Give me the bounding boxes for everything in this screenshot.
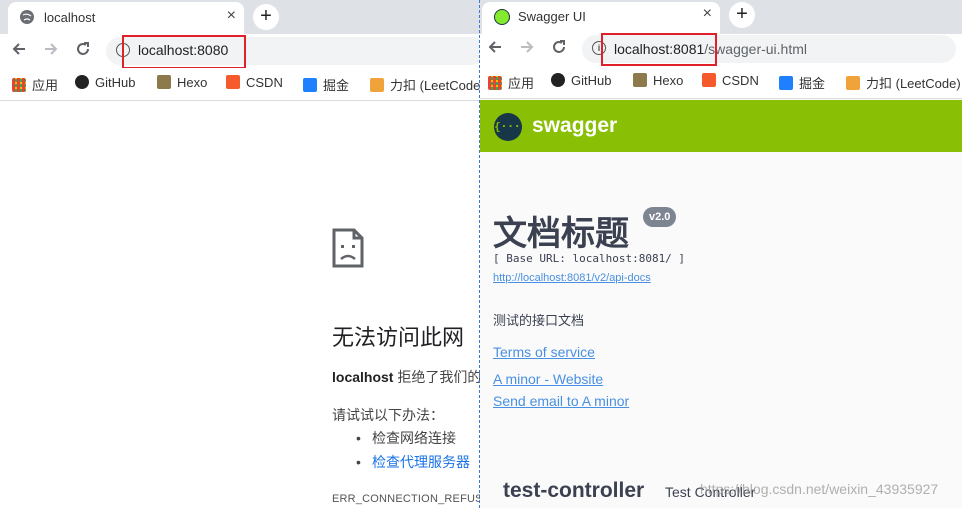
new-tab-button[interactable]: + — [253, 4, 279, 30]
api-docs-link[interactable]: http://localhost:8081/v2/api-docs — [493, 272, 651, 284]
bookmark-leetcode[interactable]: 力扣 (LeetCode) — [846, 73, 961, 92]
reload-icon[interactable] — [548, 38, 570, 60]
swagger-topbar: {···} swagger — [480, 100, 962, 152]
leetcode-icon — [846, 76, 860, 90]
hexo-icon — [157, 75, 171, 89]
back-arrow-icon[interactable] — [8, 40, 30, 62]
bookmark-leetcode[interactable]: 力扣 (LeetCode) — [370, 75, 480, 94]
apps-grid-icon — [12, 78, 26, 92]
watermark: https://blog.csdn.net/weixin_43935927 — [700, 481, 939, 497]
version-badge: v2.0 — [643, 207, 677, 227]
toolbar: i localhost:8080 — [0, 34, 480, 69]
juejin-icon — [303, 78, 317, 92]
sad-document-icon — [332, 228, 364, 268]
bookmark-hexo[interactable]: Hexo — [633, 73, 683, 88]
api-description: 测试的接口文档 — [493, 313, 585, 328]
bookmarks-bar: 应用 GitHub Hexo CSDN 掘金 力扣 (LeetCode) — [0, 68, 480, 101]
highlight-box — [601, 33, 717, 66]
api-title: 文档标题 — [493, 215, 629, 253]
highlight-box — [122, 35, 246, 69]
suggestion-check-proxy[interactable]: 检查代理服务器 — [356, 452, 470, 476]
leetcode-icon — [370, 78, 384, 92]
github-icon — [551, 73, 565, 87]
reload-icon[interactable] — [72, 40, 94, 62]
close-icon[interactable]: × — [703, 5, 712, 23]
bookmark-github[interactable]: GitHub — [551, 73, 611, 88]
csdn-icon — [226, 75, 240, 89]
contact-website-link[interactable]: A minor - Website — [493, 371, 603, 387]
window-divider — [479, 0, 480, 508]
tab-title: Swagger UI — [518, 9, 586, 24]
swagger-brand[interactable]: swagger — [532, 114, 617, 138]
github-icon — [75, 75, 89, 89]
bookmark-csdn[interactable]: CSDN — [226, 75, 283, 90]
toolbar: i localhost:8081/swagger-ui.html — [480, 33, 962, 68]
error-description: localhost 拒绝了我们的 — [332, 369, 480, 385]
bookmark-apps[interactable]: 应用 — [488, 73, 534, 92]
apps-grid-icon — [488, 76, 502, 90]
error-code: ERR_CONNECTION_REFUSE — [332, 493, 480, 505]
globe-icon — [20, 10, 34, 24]
new-tab-button[interactable]: + — [729, 2, 755, 28]
tab-strip: Swagger UI × + — [480, 0, 962, 34]
hexo-icon — [633, 73, 647, 87]
right-browser-window: Swagger UI × + i localhost:8081/swagger-… — [480, 0, 962, 508]
error-title: 无法访问此网 — [332, 325, 465, 350]
error-suggestions: 检查网络连接 检查代理服务器 — [356, 428, 470, 476]
bookmark-github[interactable]: GitHub — [75, 75, 135, 90]
controller-section-title[interactable]: test-controller — [503, 479, 644, 503]
forward-arrow-icon[interactable] — [40, 40, 62, 62]
juejin-icon — [779, 76, 793, 90]
swagger-favicon-icon — [494, 9, 510, 25]
swagger-logo-icon[interactable]: {···} — [494, 113, 527, 141]
bookmark-apps[interactable]: 应用 — [12, 75, 58, 94]
left-browser-window: localhost × + i localhost:8080 应用 GitHub… — [0, 0, 480, 508]
tab-swagger-ui[interactable]: Swagger UI × — [482, 2, 720, 34]
tab-title: localhost — [44, 10, 96, 25]
bookmark-juejin[interactable]: 掘金 — [779, 73, 825, 92]
bookmark-juejin[interactable]: 掘金 — [303, 75, 349, 94]
base-url: [ Base URL: localhost:8081/ ] — [493, 252, 686, 265]
close-icon[interactable]: × — [227, 7, 236, 25]
tab-strip: localhost × + — [0, 0, 480, 34]
csdn-icon — [702, 73, 716, 87]
tab-localhost[interactable]: localhost × — [8, 2, 244, 34]
back-arrow-icon[interactable] — [484, 38, 506, 60]
error-host: localhost — [332, 369, 394, 385]
suggestion-check-network: 检查网络连接 — [356, 428, 470, 452]
bookmark-hexo[interactable]: Hexo — [157, 75, 207, 90]
bookmark-csdn[interactable]: CSDN — [702, 73, 759, 88]
error-try-label: 请试试以下办法： — [332, 407, 444, 423]
forward-arrow-icon[interactable] — [516, 38, 538, 60]
contact-email-link[interactable]: Send email to A minor — [493, 393, 629, 409]
address-path: /swagger-ui.html — [704, 41, 807, 57]
terms-of-service-link[interactable]: Terms of service — [493, 344, 595, 360]
bookmarks-bar: 应用 GitHub Hexo CSDN 掘金 力扣 (LeetCode) — [480, 66, 962, 99]
